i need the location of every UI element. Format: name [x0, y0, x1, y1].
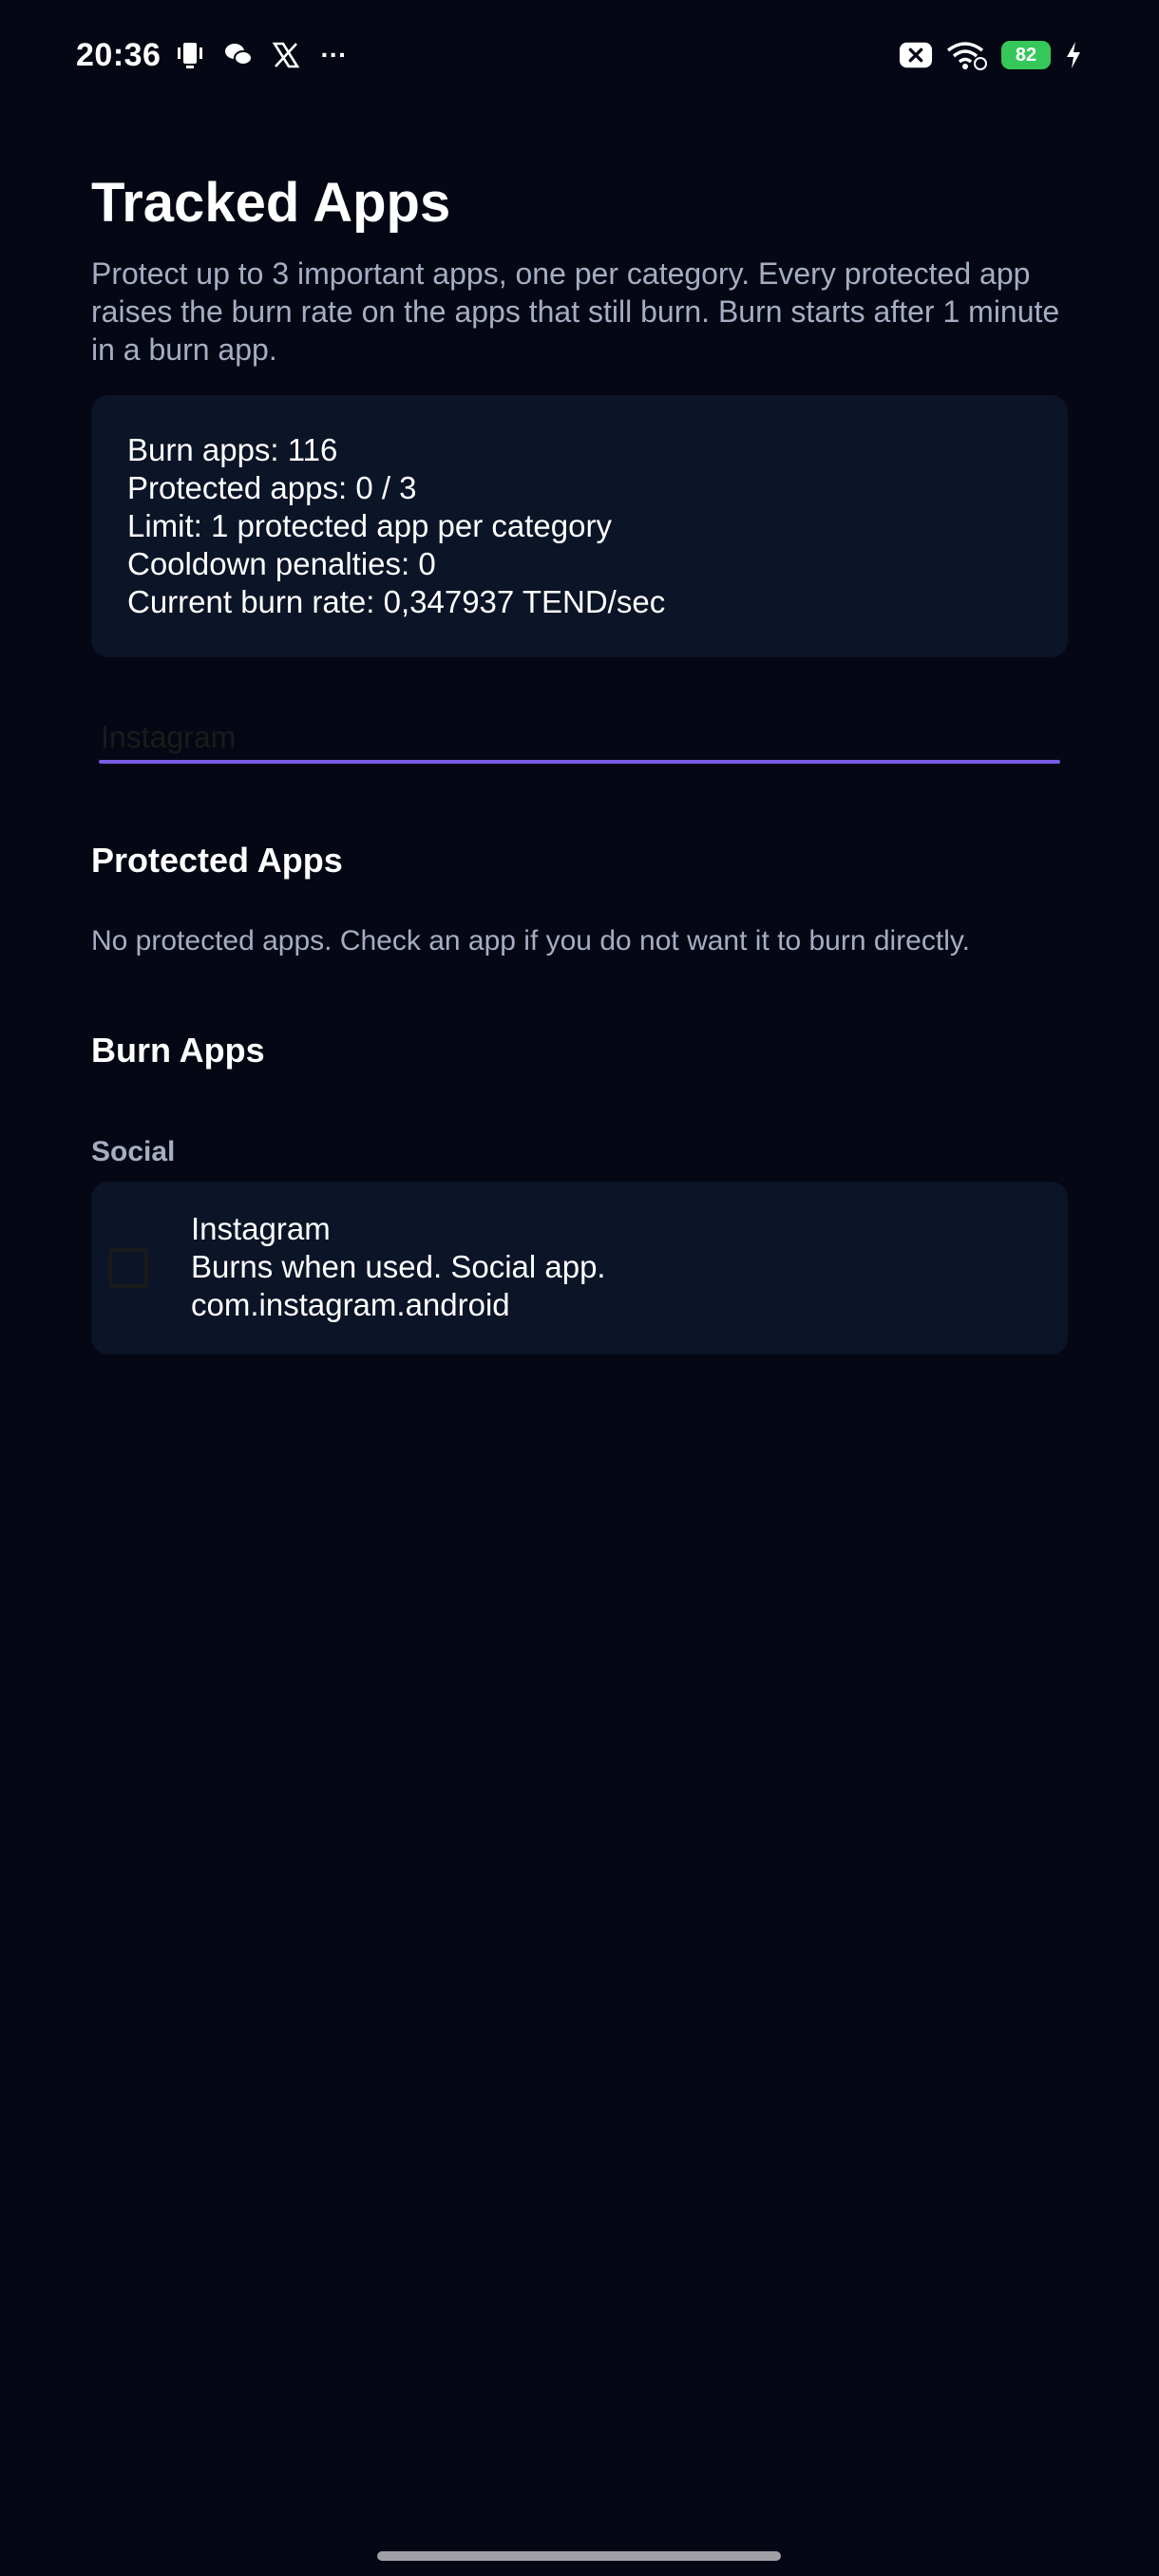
protected-empty-message: No protected apps. Check an app if you d… [91, 925, 970, 957]
category-label-social: Social [91, 1136, 176, 1167]
charging-icon [1064, 38, 1083, 72]
status-bar: 20:36 ··· 82 [0, 0, 1159, 110]
close-badge-icon [899, 38, 933, 72]
chat-icon [221, 38, 256, 72]
stats-card: Burn apps: 116 Protected apps: 0 / 3 Lim… [91, 395, 1068, 657]
search-underline [99, 760, 1060, 764]
stat-limit: Limit: 1 protected app per category [127, 508, 612, 543]
search-input[interactable] [99, 714, 1060, 760]
stat-cooldown: Cooldown penalties: 0 [127, 546, 436, 581]
page-title: Tracked Apps [91, 172, 451, 234]
burn-apps-title: Burn Apps [91, 1031, 265, 1070]
app-description: Burns when used. Social app. [191, 1249, 606, 1284]
x-logo-icon [269, 38, 303, 72]
app-name: Instagram [191, 1211, 331, 1246]
app-item-instagram[interactable]: Instagram Burns when used. Social app. c… [91, 1182, 1068, 1354]
home-indicator[interactable] [377, 2551, 781, 2561]
page-description: Protect up to 3 important apps, one per … [91, 256, 1060, 367]
stat-burn-apps: Burn apps: 116 [127, 432, 338, 467]
tracked-apps-screen: 20:36 ··· 82 Tracked Apps Protect up to … [0, 0, 1159, 2576]
stat-burn-rate: Current burn rate: 0,347937 TEND/sec [127, 584, 666, 619]
status-right: 82 [899, 38, 1083, 72]
search-field[interactable] [99, 714, 1060, 764]
battery-icon: 82 [1001, 41, 1051, 69]
wifi-icon [946, 38, 988, 72]
status-time: 20:36 [76, 36, 162, 73]
app-package: com.instagram.android [191, 1287, 510, 1322]
protected-apps-title: Protected Apps [91, 841, 343, 880]
phone-vibrate-icon [174, 38, 208, 72]
status-left: 20:36 ··· [76, 37, 351, 74]
more-dots-icon: ··· [320, 40, 348, 69]
main-content: Tracked Apps Protect up to 3 important a… [91, 169, 1068, 1354]
stat-protected-apps: Protected apps: 0 / 3 [127, 470, 417, 505]
app-item-text: Instagram Burns when used. Social app. c… [191, 1210, 606, 1324]
protect-checkbox[interactable] [108, 1248, 148, 1288]
